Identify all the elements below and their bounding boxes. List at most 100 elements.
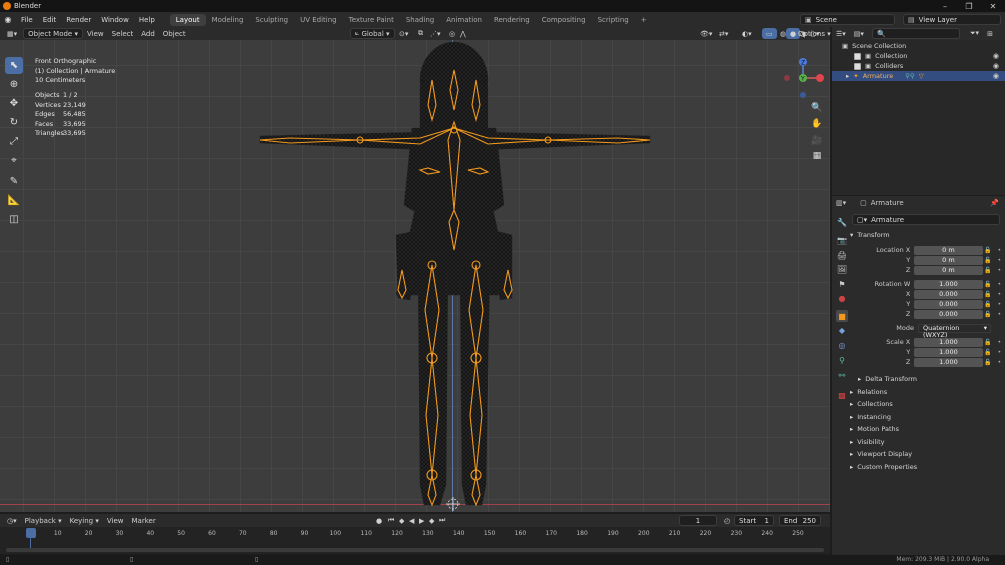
exclude-checkbox[interactable] — [854, 62, 861, 70]
panel-motion-paths[interactable]: ▸ Motion Paths — [850, 423, 899, 434]
timeline-scrollbar[interactable] — [6, 548, 824, 552]
object-tab-icon[interactable]: ■ — [836, 310, 848, 322]
menu-window[interactable]: Window — [96, 16, 134, 24]
viewport-menu-select[interactable]: Select — [108, 28, 138, 39]
overlay-toggle-icon[interactable]: ◐▾ — [738, 28, 756, 39]
keyframe-dot-icon[interactable]: • — [994, 291, 1005, 298]
measure-tool-icon[interactable]: 📐 — [5, 192, 23, 209]
workspace-tab-uv-editing[interactable]: UV Editing — [294, 14, 343, 26]
constraints-tab-icon[interactable]: ⚲ — [836, 354, 848, 366]
keyframe-dot-icon[interactable]: • — [994, 267, 1005, 274]
move-tool-icon[interactable]: ✥ — [5, 95, 23, 112]
add-cube-icon[interactable]: ◫ — [5, 211, 23, 228]
timeline-editor-type-icon[interactable]: ◷▾ — [3, 515, 21, 526]
workspace-tab-texture-paint[interactable]: Texture Paint — [343, 14, 400, 26]
panel-relations[interactable]: ▸ Relations — [850, 386, 887, 397]
pan-hand-icon[interactable]: ✋ — [810, 117, 824, 131]
workspace-tab-compositing[interactable]: Compositing — [536, 14, 592, 26]
lock-icon[interactable]: 🔓 — [983, 339, 994, 346]
pivot-point-icon[interactable]: ⊙▾ — [395, 28, 412, 39]
3d-viewport[interactable]: Front Orthographic (1) Collection | Arma… — [0, 40, 830, 512]
output-tab-icon[interactable]: 🖨 — [836, 249, 848, 261]
scale-tool-icon[interactable]: ⤢ — [5, 133, 23, 150]
visibility-icon[interactable]: 👁▾ — [696, 28, 716, 39]
current-frame-field[interactable]: 1 — [679, 515, 717, 526]
timeline-area[interactable]: 1102030405060708090100110120130140150160… — [0, 527, 830, 554]
workspace-tab-shading[interactable]: Shading — [400, 14, 440, 26]
outliner-row-collection[interactable]: ▣ Collection ◉ — [832, 51, 1005, 61]
tool-tab-icon[interactable]: 🔧 — [836, 216, 848, 228]
rotation-w-field[interactable]: 1.000 — [914, 279, 983, 289]
menu-help[interactable]: Help — [134, 16, 160, 24]
timeline-menu-keying[interactable]: Keying ▾ — [66, 515, 103, 526]
timeline-menu-playback[interactable]: Playback ▾ — [21, 515, 66, 526]
filter-icon[interactable]: ⏷▾ — [966, 28, 983, 39]
scale-z-field[interactable]: 1.000 — [914, 357, 983, 367]
object-mode-dropdown[interactable]: Object Mode ▾ — [23, 28, 83, 39]
outliner-row-colliders[interactable]: ▣ Colliders ◉ — [832, 61, 1005, 71]
minimize-icon[interactable]: – — [933, 0, 957, 12]
keyframe-dot-icon[interactable]: • — [994, 247, 1005, 254]
maximize-icon[interactable]: ❐ — [957, 0, 981, 12]
scale-x-field[interactable]: 1.000 — [914, 337, 983, 347]
transform-orientation-dropdown[interactable]: ⟀ Global ▾ — [350, 28, 395, 39]
render-tab-icon[interactable]: 📷 — [836, 234, 848, 246]
rotate-tool-icon[interactable]: ↻ — [5, 114, 23, 131]
menu-render[interactable]: Render — [61, 16, 96, 24]
jump-end-icon[interactable]: ⏭ — [435, 515, 449, 526]
location-y-field[interactable]: 0 m — [914, 255, 983, 265]
snap-target-icon[interactable]: ⋰▾ — [426, 28, 445, 39]
new-collection-icon[interactable]: ⊞ — [983, 28, 997, 39]
falloff-icon[interactable]: ⋀ — [456, 28, 470, 39]
location-z-field[interactable]: 0 m — [914, 265, 983, 275]
expand-arrow-icon[interactable]: ▸ — [846, 72, 849, 80]
options-dropdown[interactable]: Options ▾ — [794, 28, 835, 39]
viewport-menu-view[interactable]: View — [83, 28, 108, 39]
rotation-y-field[interactable]: 0.000 — [914, 299, 983, 309]
preview-range-icon[interactable]: ◴ — [720, 515, 734, 526]
world-tab-icon[interactable]: ● — [836, 292, 848, 304]
lock-icon[interactable]: 🔓 — [983, 359, 994, 366]
outliner-row-armature[interactable]: ▸ ✦ Armature ⚲⚲ ▽ ◉ — [832, 71, 1005, 81]
outliner-row-scene-collection[interactable]: ▣ Scene Collection — [832, 41, 1005, 51]
start-frame-field[interactable]: Start 1 — [734, 515, 774, 526]
rotation-z-field[interactable]: 0.000 — [914, 309, 983, 319]
lock-icon[interactable]: 🔓 — [983, 281, 994, 288]
panel-instancing[interactable]: ▸ Instancing — [850, 411, 891, 422]
lock-icon[interactable]: 🔓 — [983, 257, 994, 264]
blender-menu-icon[interactable]: ◉ — [0, 15, 16, 24]
texture-tab-icon[interactable]: ▩ — [836, 389, 848, 401]
keyframe-dot-icon[interactable]: • — [994, 311, 1005, 318]
scene-tab-icon[interactable]: ⚑ — [836, 278, 848, 290]
eye-icon[interactable]: ◉ — [993, 52, 999, 60]
transform-tool-icon[interactable]: ⌖ — [5, 152, 23, 169]
display-mode-icon[interactable]: ▤▾ — [850, 28, 868, 39]
eye-icon[interactable]: ◉ — [993, 62, 999, 70]
lock-icon[interactable]: 🔓 — [983, 267, 994, 274]
xray-toggle-icon[interactable]: ▭ — [762, 28, 777, 39]
rotation-mode-dropdown[interactable]: Quaternion (WXYZ) ▾ — [918, 323, 991, 338]
workspace-tab-rendering[interactable]: Rendering — [488, 14, 536, 26]
lock-icon[interactable]: 🔓 — [983, 291, 994, 298]
physics-tab-icon[interactable]: ◎ — [836, 339, 848, 351]
timeline-menu-view[interactable]: View — [103, 515, 128, 526]
navigation-gizmo[interactable]: Z Y — [782, 58, 830, 108]
close-icon[interactable]: ✕ — [981, 0, 1005, 12]
timeline-menu-marker[interactable]: Marker — [128, 515, 160, 526]
viewport-menu-add[interactable]: Add — [137, 28, 159, 39]
lock-icon[interactable]: 🔓 — [983, 247, 994, 254]
annotate-tool-icon[interactable]: ✎ — [5, 173, 23, 190]
zoom-icon[interactable]: 🔍 — [810, 101, 824, 115]
transform-panel-header[interactable]: ▾ Transform — [850, 229, 890, 240]
rotation-x-field[interactable]: 0.000 — [914, 289, 983, 299]
lock-icon[interactable]: 🔓 — [983, 349, 994, 356]
keyframe-dot-icon[interactable]: • — [994, 301, 1005, 308]
delta-transform-subpanel[interactable]: ▸ Delta Transform — [858, 373, 917, 384]
panel-collections[interactable]: ▸ Collections — [850, 398, 893, 409]
workspace-tab-sculpting[interactable]: Sculpting — [249, 14, 294, 26]
keyframe-dot-icon[interactable]: • — [994, 339, 1005, 346]
exclude-checkbox[interactable] — [854, 52, 861, 60]
properties-editor-type-icon[interactable]: ▥▾ — [832, 197, 850, 208]
eye-icon[interactable]: ◉ — [993, 72, 999, 80]
viewport-menu-object[interactable]: Object — [159, 28, 190, 39]
